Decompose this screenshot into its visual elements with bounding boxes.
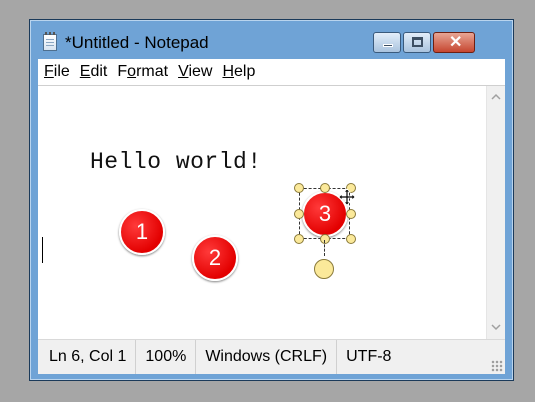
menu-edit[interactable]: Edit <box>75 63 113 81</box>
chevron-up-icon[interactable] <box>487 88 505 106</box>
status-line-ending: Windows (CRLF) <box>196 340 338 374</box>
menu-bar: File Edit Format View Help <box>38 59 505 85</box>
status-zoom: 100% <box>136 340 197 374</box>
resize-grip-icon[interactable] <box>491 360 503 372</box>
resize-handle-left[interactable] <box>294 209 304 219</box>
menu-format[interactable]: Format <box>112 63 173 81</box>
rotation-connector <box>324 240 325 256</box>
menu-file[interactable]: File <box>38 63 75 81</box>
vertical-scrollbar[interactable] <box>486 86 505 339</box>
resize-handle-top-left[interactable] <box>294 183 304 193</box>
notepad-icon[interactable] <box>43 32 57 51</box>
annotation-marker-1[interactable]: 1 <box>119 209 165 255</box>
menu-help[interactable]: Help <box>217 63 260 81</box>
text-editor[interactable]: Hello world! 1 2 3 <box>38 85 505 339</box>
annotation-marker-2[interactable]: 2 <box>192 235 238 281</box>
resize-handle-bottom-left[interactable] <box>294 234 304 244</box>
maximize-button[interactable] <box>403 32 431 53</box>
minimize-button[interactable] <box>373 32 401 53</box>
notepad-window: *Untitled - Notepad ✕ File Edit Format V… <box>29 19 514 381</box>
status-bar: Ln 6, Col 1 100% Windows (CRLF) UTF-8 <box>38 339 505 374</box>
rotation-handle[interactable] <box>314 259 334 279</box>
close-button[interactable]: ✕ <box>433 32 475 53</box>
window-title: *Untitled - Notepad <box>65 33 209 52</box>
menu-view[interactable]: View <box>173 63 217 81</box>
chevron-down-icon[interactable] <box>487 319 505 337</box>
status-encoding: UTF-8 <box>346 348 392 365</box>
title-bar[interactable]: *Untitled - Notepad ✕ <box>31 21 512 58</box>
move-cursor-icon <box>338 188 356 206</box>
maximize-icon <box>412 37 423 47</box>
status-position: Ln 6, Col 1 <box>38 340 137 374</box>
text-caret <box>42 237 43 263</box>
close-icon: ✕ <box>449 34 463 51</box>
editor-text-line: Hello world! <box>90 149 262 175</box>
minimize-icon <box>383 44 393 47</box>
resize-handle-top[interactable] <box>320 183 330 193</box>
resize-handle-bottom[interactable] <box>320 234 330 244</box>
resize-handle-bottom-right[interactable] <box>346 234 356 244</box>
resize-handle-right[interactable] <box>346 209 356 219</box>
